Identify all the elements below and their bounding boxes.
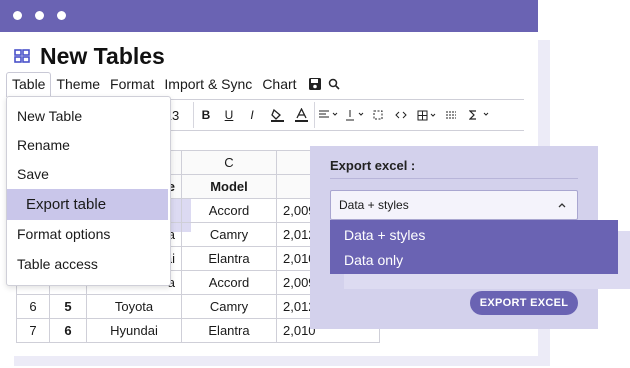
save-icon[interactable] — [308, 72, 322, 96]
grid-icon — [14, 49, 30, 63]
menu-item-rename[interactable]: Rename — [17, 133, 70, 157]
align-icon[interactable] — [318, 100, 340, 130]
chevron-up-icon — [558, 203, 566, 208]
underline-button[interactable]: U — [222, 100, 236, 130]
export-format-select[interactable]: Data + styles — [330, 190, 578, 220]
window-dot-icon[interactable] — [35, 11, 44, 20]
page-heading: New Tables — [14, 42, 165, 70]
menu-chart[interactable]: Chart — [257, 72, 301, 96]
search-icon[interactable] — [328, 72, 340, 96]
page-title: New Tables — [40, 43, 165, 69]
model-cell[interactable]: Camry — [181, 222, 277, 247]
menu-item-new-table[interactable]: New Table — [17, 104, 82, 128]
bold-button[interactable]: B — [199, 100, 213, 130]
code-icon[interactable] — [394, 100, 408, 130]
window-dot-icon[interactable] — [57, 11, 66, 20]
menu-bar: Table Theme Format Import & Sync Chart — [6, 71, 340, 97]
valign-icon[interactable] — [344, 100, 366, 130]
menu-item-export-table[interactable]: Export table — [26, 193, 106, 217]
menu-item-format-options[interactable]: Format options — [17, 222, 110, 246]
menu-format[interactable]: Format — [105, 72, 159, 96]
panel-title: Export excel : — [330, 158, 416, 173]
model-cell[interactable]: Accord — [181, 270, 277, 295]
table-menu-dropdown: New Table Rename Save Export table Forma… — [6, 96, 171, 286]
model-cell[interactable]: Elantra — [181, 246, 277, 271]
column-letter[interactable]: C — [181, 150, 277, 175]
toolbar-divider — [193, 102, 194, 128]
menu-item-save[interactable]: Save — [17, 162, 49, 186]
export-excel-button[interactable]: EXPORT EXCEL — [470, 291, 578, 315]
id-cell[interactable]: 6 — [49, 318, 87, 343]
option-data-styles[interactable]: Data + styles — [344, 224, 425, 246]
panel-divider — [330, 178, 578, 179]
model-cell[interactable]: Elantra — [181, 318, 277, 343]
menu-import-sync[interactable]: Import & Sync — [159, 72, 257, 96]
window-titlebar — [0, 0, 538, 32]
text-color-icon[interactable] — [293, 100, 309, 130]
toolbar-divider — [314, 102, 315, 128]
wrap-icon[interactable] — [444, 100, 458, 130]
export-format-options: Data + styles Data only — [330, 220, 618, 274]
menu-theme[interactable]: Theme — [51, 72, 105, 96]
window-dot-icon[interactable] — [13, 11, 22, 20]
select-value: Data + styles — [339, 198, 409, 212]
make-cell[interactable]: Hyundai — [86, 318, 182, 343]
model-cell[interactable]: Camry — [181, 294, 277, 319]
make-cell[interactable]: Toyota — [86, 294, 182, 319]
sigma-icon[interactable] — [468, 100, 492, 130]
merge-icon[interactable] — [371, 100, 385, 130]
italic-button[interactable]: I — [245, 100, 259, 130]
option-data-only[interactable]: Data only — [344, 249, 403, 271]
header-cell[interactable]: Model — [181, 174, 277, 199]
menu-table[interactable]: Table — [6, 71, 52, 97]
row-number[interactable]: 7 — [16, 318, 50, 343]
menu-item-table-access[interactable]: Table access — [17, 252, 98, 276]
fill-color-icon[interactable] — [269, 100, 285, 130]
borders-icon[interactable] — [416, 100, 438, 130]
id-cell[interactable]: 5 — [49, 294, 87, 319]
model-cell[interactable]: Accord — [181, 198, 277, 223]
row-number[interactable]: 6 — [16, 294, 50, 319]
